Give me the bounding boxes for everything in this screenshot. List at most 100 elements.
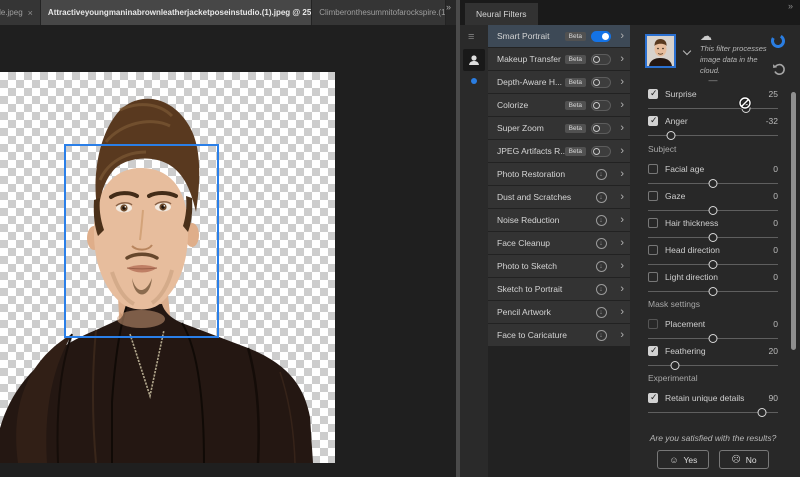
filter-row-colorize[interactable]: Colorize Beta › — [488, 94, 630, 116]
gaze-value: 0 — [773, 191, 778, 201]
chevron-right-icon[interactable]: › — [612, 163, 624, 185]
yes-button[interactable]: ☺ Yes — [657, 450, 709, 469]
chevron-right-icon[interactable]: › — [612, 209, 624, 231]
chevron-right-icon[interactable]: › — [612, 232, 624, 254]
surprise-checkbox[interactable] — [648, 89, 658, 99]
chevron-right-icon[interactable]: › — [612, 94, 624, 116]
filter-row-jpeg-artifacts[interactable]: JPEG Artifacts R... Beta › — [488, 140, 630, 162]
smiley-sad-icon: ☹ — [731, 454, 740, 465]
chevron-right-icon[interactable]: › — [612, 117, 624, 139]
surprise-slider[interactable] — [648, 108, 778, 109]
tab-label: Climberonthesummitofarockspire.(1).jpe — [319, 8, 446, 17]
download-icon[interactable]: ↓ — [596, 192, 607, 203]
chevron-right-icon[interactable]: › — [612, 140, 624, 162]
section-experimental: Experimental — [648, 373, 778, 385]
facial-age-slider[interactable] — [648, 183, 778, 184]
feathering-slider[interactable] — [648, 365, 778, 366]
gaze-checkbox[interactable] — [648, 191, 658, 201]
chevron-right-icon[interactable]: › — [612, 255, 624, 277]
no-button[interactable]: ☹ No — [719, 450, 768, 469]
filter-toggle-on[interactable] — [591, 31, 611, 42]
head-direction-checkbox[interactable] — [648, 245, 658, 255]
panel-header: Neural Filters » — [460, 0, 800, 25]
download-icon[interactable]: ↓ — [596, 215, 607, 226]
slider-hair-thickness: Hair thickness 0 — [648, 216, 778, 238]
filter-toggle-off[interactable] — [591, 77, 611, 88]
filter-toggle-off[interactable] — [591, 123, 611, 134]
gaze-slider[interactable] — [648, 210, 778, 211]
head-direction-slider[interactable] — [648, 264, 778, 265]
filter-row-smart-portrait[interactable]: Smart Portrait Beta › — [488, 25, 630, 47]
filter-row-dust-and-scratches[interactable]: Dust and Scratches ↓ › — [488, 186, 630, 208]
settings-scrollbar[interactable] — [791, 92, 796, 350]
filter-row-photo-to-sketch[interactable]: Photo to Sketch ↓ › — [488, 255, 630, 277]
panel-menu-icon[interactable]: » — [788, 1, 793, 11]
panel-tab-neural-filters[interactable]: Neural Filters — [465, 3, 538, 25]
hair-thickness-checkbox[interactable] — [648, 218, 658, 228]
chevron-right-icon[interactable]: › — [612, 186, 624, 208]
download-icon[interactable]: ↓ — [596, 307, 607, 318]
all-filters-icon[interactable]: ≡ — [468, 31, 474, 43]
feedback-footer: Are you satisfied with the results? ☺ Ye… — [648, 433, 778, 469]
document-tab-2[interactable]: Climberonthesummitofarockspire.(1).jpe — [312, 0, 446, 25]
anger-slider[interactable] — [648, 135, 778, 136]
portrait-category-active[interactable] — [463, 49, 485, 71]
slider-placement: Placement 0 — [648, 317, 778, 339]
filter-toggle-off[interactable] — [591, 54, 611, 65]
filter-row-pencil-artwork[interactable]: Pencil Artwork ↓ › — [488, 301, 630, 323]
tab-overflow-icon[interactable]: » — [446, 0, 456, 25]
face-detection-box[interactable] — [64, 144, 219, 338]
filter-row-noise-reduction[interactable]: Noise Reduction ↓ › — [488, 209, 630, 231]
chevron-right-icon[interactable]: › — [612, 71, 624, 93]
document-canvas[interactable] — [0, 72, 335, 463]
anger-checkbox[interactable] — [648, 116, 658, 126]
light-direction-checkbox[interactable] — [648, 272, 658, 282]
placement-checkbox[interactable] — [648, 319, 658, 329]
filter-row-makeup-transfer[interactable]: Makeup Transfer Beta › — [488, 48, 630, 70]
chevron-down-icon[interactable] — [683, 47, 691, 55]
facial-age-checkbox[interactable] — [648, 164, 658, 174]
photoshop-window: yle.jpeg × Attractiveyoungmaninabrownlea… — [0, 0, 800, 477]
download-icon[interactable]: ↓ — [596, 284, 607, 295]
download-icon[interactable]: ↓ — [596, 238, 607, 249]
retain-unique-details-checkbox[interactable] — [648, 393, 658, 403]
anger-value: -32 — [766, 116, 778, 126]
download-icon[interactable]: ↓ — [596, 261, 607, 272]
chevron-right-icon[interactable]: › — [612, 324, 624, 346]
chevron-right-icon[interactable]: › — [612, 25, 624, 47]
slider-feathering: Feathering 20 — [648, 344, 778, 366]
face-preview-thumbnail[interactable] — [645, 34, 676, 68]
download-icon[interactable]: ↓ — [596, 169, 607, 180]
retain-unique-details-value: 90 — [769, 393, 778, 403]
filter-toggle-off[interactable] — [591, 100, 611, 111]
chevron-right-icon[interactable]: › — [612, 278, 624, 300]
chevron-right-icon[interactable]: › — [612, 301, 624, 323]
light-direction-slider[interactable] — [648, 291, 778, 292]
filter-row-photo-restoration[interactable]: Photo Restoration ↓ › — [488, 163, 630, 185]
reset-undo-icon[interactable] — [772, 63, 786, 76]
download-icon[interactable]: ↓ — [596, 330, 607, 341]
document-tab-1-active[interactable]: Attractiveyoungmaninabrownleatherjacketp… — [41, 0, 312, 25]
light-direction-value: 0 — [773, 272, 778, 282]
cloud-icon: ☁ — [700, 29, 712, 43]
beta-badge: Beta — [565, 32, 586, 41]
filter-row-face-cleanup[interactable]: Face Cleanup ↓ › — [488, 232, 630, 254]
processing-spinner-icon — [770, 33, 786, 49]
surprise-value: 25 — [769, 89, 778, 99]
cloud-processing-note: This filter processes image data in the … — [700, 44, 778, 77]
tab-close-icon[interactable]: × — [28, 8, 33, 18]
filter-row-super-zoom[interactable]: Super Zoom Beta › — [488, 117, 630, 139]
chevron-right-icon[interactable]: › — [612, 48, 624, 70]
retain-unique-details-slider[interactable] — [648, 412, 778, 413]
pasteboard — [0, 25, 456, 477]
hair-thickness-slider[interactable] — [648, 237, 778, 238]
filter-row-depth-aware-haze[interactable]: Depth-Aware H... Beta › — [488, 71, 630, 93]
tab-label: yle.jpeg — [0, 8, 23, 17]
feathering-checkbox[interactable] — [648, 346, 658, 356]
placement-slider[interactable] — [648, 338, 778, 339]
filter-row-face-to-caricature[interactable]: Face to Caricature ↓ › — [488, 324, 630, 346]
document-tab-0[interactable]: yle.jpeg × — [0, 0, 41, 25]
collapse-handle[interactable]: — — [648, 77, 778, 87]
filter-toggle-off[interactable] — [591, 146, 611, 157]
filter-row-sketch-to-portrait[interactable]: Sketch to Portrait ↓ › — [488, 278, 630, 300]
